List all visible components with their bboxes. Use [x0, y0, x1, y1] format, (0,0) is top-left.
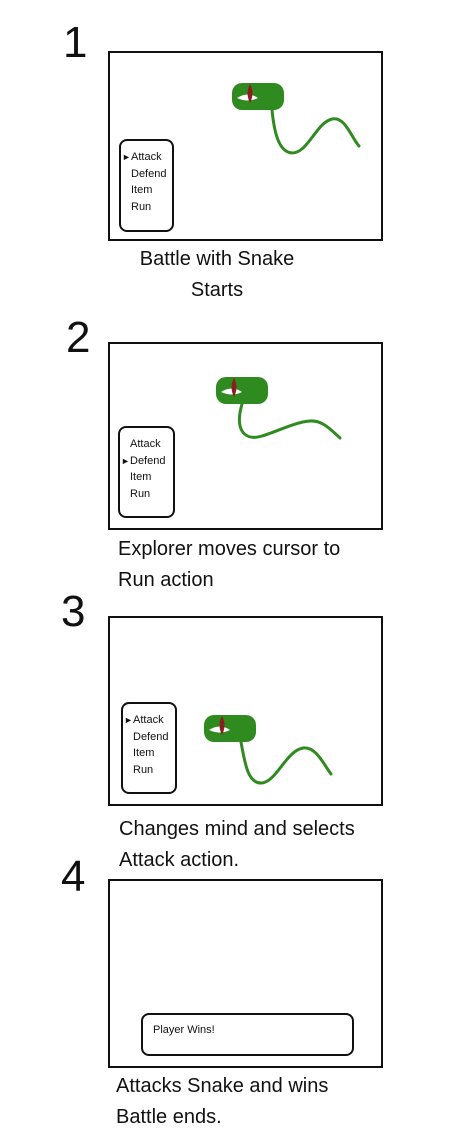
menu-item-defend[interactable]: ► Defend: [121, 453, 173, 470]
menu-cursor: ►: [121, 455, 130, 466]
menu-item-item[interactable]: Item: [130, 469, 173, 486]
menu-label: Run: [133, 763, 154, 776]
caption-step-4: Attacks Snake and wins Battle ends.: [116, 1071, 328, 1133]
menu-label: Defend: [131, 167, 167, 180]
battle-menu-3: ► Attack Defend Item Run: [121, 702, 177, 794]
menu-label: Item: [131, 184, 153, 196]
caption-line: Run action: [118, 569, 214, 591]
snake-sprite-2: [216, 377, 342, 440]
caption-line: Attack action.: [119, 849, 240, 871]
caption-line: Starts: [190, 279, 244, 301]
snake-body: [239, 740, 333, 785]
menu-item-attack[interactable]: ► Attack: [124, 712, 175, 729]
menu-item-defend[interactable]: Defend: [131, 166, 172, 183]
menu-item-defend[interactable]: Defend: [133, 729, 175, 746]
menu-item-run[interactable]: Run: [130, 486, 173, 503]
result-message-box: Player Wins!: [141, 1013, 354, 1056]
menu-label: Item: [130, 471, 152, 483]
caption-step-1: Battle with Snake Starts: [122, 244, 312, 306]
step-number-1: 1: [63, 18, 88, 67]
caption-line: Explorer moves cursor to: [118, 538, 341, 560]
step-number-2: 2: [66, 313, 91, 362]
battle-menu-1: ► Attack Defend Item Run: [119, 139, 174, 232]
snake-body: [270, 108, 361, 155]
menu-label: Attack: [131, 151, 162, 163]
caption-line: Attacks Snake and wins: [116, 1075, 329, 1097]
caption-line: Changes mind and selects: [119, 818, 355, 840]
menu-item-attack[interactable]: ► Attack: [122, 149, 172, 166]
caption-step-3: Changes mind and selects Attack action.: [119, 814, 355, 876]
menu-label: Attack: [133, 714, 164, 726]
step-number-3: 3: [61, 587, 86, 636]
menu-item-run[interactable]: Run: [133, 762, 175, 779]
menu-label: Run: [131, 200, 152, 213]
menu-label: Run: [130, 487, 151, 500]
menu-label: Defend: [133, 730, 169, 743]
snake-sprite-3: [204, 715, 333, 785]
menu-item-item[interactable]: Item: [131, 182, 172, 199]
menu-item-item[interactable]: Item: [133, 745, 175, 762]
menu-cursor: ►: [124, 715, 133, 725]
caption-line: Battle ends.: [116, 1106, 222, 1128]
menu-label: Attack: [130, 438, 161, 450]
menu-item-attack[interactable]: Attack: [130, 436, 173, 453]
menu-label: Defend: [130, 454, 166, 467]
menu-label: Item: [133, 747, 155, 759]
caption-step-2: Explorer moves cursor to Run action: [118, 534, 340, 596]
step-number-4: 4: [61, 852, 86, 901]
menu-cursor: ►: [122, 152, 131, 162]
snake-sprite-1: [232, 83, 361, 155]
snake-body: [238, 402, 342, 440]
battle-menu-2: Attack ► Defend Item Run: [118, 426, 175, 518]
result-message: Player Wins!: [153, 1024, 215, 1036]
caption-line: Battle with Snake: [139, 248, 295, 270]
menu-item-run[interactable]: Run: [131, 199, 172, 216]
